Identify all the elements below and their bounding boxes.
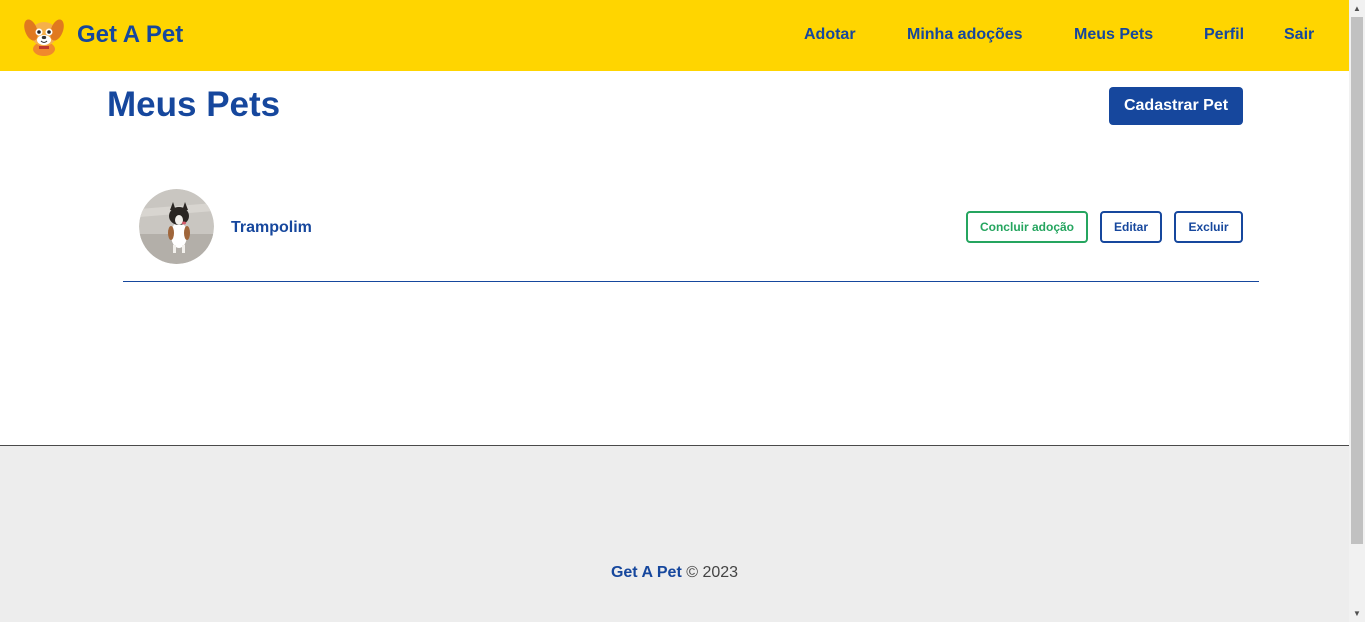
arrow-up-icon[interactable]: ▲ bbox=[1349, 0, 1365, 17]
nav-link-minhas-adocoes[interactable]: Minha adoções bbox=[907, 25, 1023, 45]
pet-list-item: Trampolim Concluir adoção Editar Excluir bbox=[123, 180, 1259, 282]
pet-name: Trampolim bbox=[231, 219, 312, 236]
footer-text: Get A Pet © 2023 bbox=[0, 563, 1349, 583]
delete-pet-button[interactable]: Excluir bbox=[1174, 211, 1243, 243]
page: Get A Pet Adotar Minha adoções Meus Pets… bbox=[0, 0, 1349, 622]
arrow-down-icon[interactable]: ▼ bbox=[1349, 605, 1365, 622]
conclude-adoption-button[interactable]: Concluir adoção bbox=[966, 211, 1088, 243]
brand-link[interactable]: Get A Pet bbox=[24, 12, 183, 58]
brand-name: Get A Pet bbox=[77, 21, 184, 48]
nav-link-adotar[interactable]: Adotar bbox=[804, 25, 856, 45]
page-title: Meus Pets bbox=[107, 85, 281, 124]
dog-logo-icon bbox=[24, 19, 64, 56]
nav-link-meus-pets[interactable]: Meus Pets bbox=[1074, 25, 1153, 45]
nav-link-perfil[interactable]: Perfil bbox=[1204, 25, 1244, 45]
navbar: Get A Pet Adotar Minha adoções Meus Pets… bbox=[0, 0, 1349, 71]
vertical-scrollbar[interactable]: ▲ ▼ bbox=[1349, 0, 1365, 622]
pet-avatar bbox=[139, 189, 214, 264]
edit-pet-button[interactable]: Editar bbox=[1100, 211, 1162, 243]
footer: Get A Pet © 2023 bbox=[0, 445, 1349, 622]
nav-link-sair[interactable]: Sair bbox=[1284, 25, 1314, 45]
scrollbar-thumb[interactable] bbox=[1351, 17, 1363, 544]
footer-brand: Get A Pet bbox=[610, 564, 682, 581]
footer-copyright: © 2023 bbox=[686, 564, 739, 581]
register-pet-button[interactable]: Cadastrar Pet bbox=[1109, 87, 1243, 125]
